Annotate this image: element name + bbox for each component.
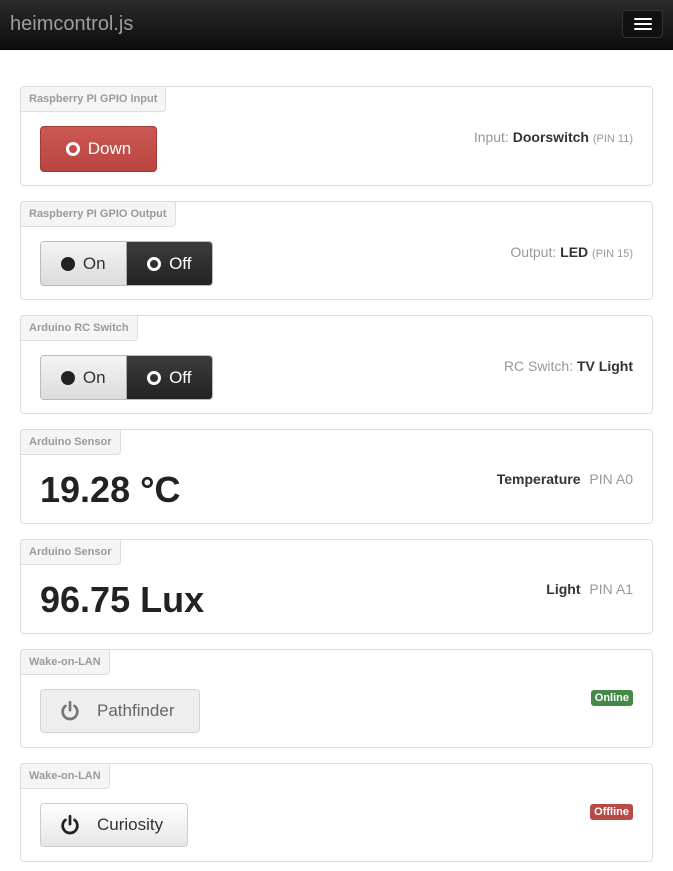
info-prefix: Input:: [473, 129, 509, 145]
power-icon: [61, 814, 79, 835]
tv-light-toggle: On Off: [40, 355, 213, 400]
panel-label: Wake-on-LAN: [20, 649, 110, 675]
sensor-name: Light: [546, 581, 581, 597]
off-label: Off: [169, 367, 192, 387]
power-icon: [61, 700, 79, 721]
panel-label: Arduino Sensor: [20, 539, 121, 565]
info-pin: (PIN 11): [592, 133, 633, 145]
hamburger-icon-bar: [633, 23, 652, 25]
doorswitch-button[interactable]: Down: [40, 126, 157, 172]
sensor-pin: PIN A1: [589, 581, 633, 597]
info-name: Doorswitch: [512, 129, 589, 145]
sensor-name: Temperature: [496, 471, 581, 487]
info-name: TV Light: [577, 358, 633, 374]
light-info: Light PIN A1: [546, 581, 633, 597]
light-value: 96.75 Lux: [40, 579, 205, 620]
panel-label: Wake-on-LAN: [20, 763, 110, 789]
panel-label: Arduino RC Switch: [20, 315, 138, 341]
info-prefix: RC Switch:: [503, 358, 574, 374]
status-badge: Offline: [590, 804, 633, 820]
on-button[interactable]: On: [41, 356, 127, 399]
info-pin: (PIN 15): [592, 248, 633, 260]
gpio-output-panel: Raspberry PI GPIO Output On Off Output: …: [20, 201, 653, 300]
info-name: LED: [560, 244, 589, 260]
wol-curiosity-panel: Wake-on-LAN Curiosity Offline: [20, 763, 653, 862]
filled-circle-icon: [60, 256, 75, 271]
off-button[interactable]: Off: [126, 356, 212, 399]
on-button[interactable]: On: [41, 242, 127, 285]
panel-label: Arduino Sensor: [20, 429, 121, 455]
button-label: Pathfinder: [97, 701, 175, 720]
sensor-pin: PIN A0: [589, 471, 633, 487]
status-badge: Online: [590, 690, 633, 706]
hamburger-icon-bar: [633, 28, 652, 30]
circle-icon: [147, 256, 162, 271]
temperature-value: 19.28 °C: [40, 469, 181, 510]
button-label: Curiosity: [97, 815, 164, 834]
rc-switch-info: RC Switch: TV Light: [504, 358, 633, 374]
filled-circle-icon: [60, 370, 75, 385]
light-panel: Arduino Sensor 96.75 Lux Light PIN A1: [20, 539, 653, 634]
panel-label: Raspberry PI GPIO Input: [20, 86, 167, 112]
wol-pathfinder-panel: Wake-on-LAN Pathfinder Online: [20, 649, 653, 748]
gpio-input-panel: Raspberry PI GPIO Input Down Input: Door…: [20, 86, 653, 186]
on-label: On: [82, 367, 106, 387]
temperature-panel: Arduino Sensor 19.28 °C Temperature PIN …: [20, 429, 653, 524]
off-button[interactable]: Off: [126, 242, 212, 285]
hamburger-icon-bar: [633, 18, 652, 20]
info-prefix: Output:: [510, 244, 557, 260]
on-label: On: [82, 253, 106, 273]
brand[interactable]: heimcontrol.js: [10, 13, 133, 36]
circle-icon: [65, 142, 80, 156]
input-info: Input: Doorswitch (PIN 11): [474, 129, 633, 145]
led-toggle: On Off: [40, 241, 213, 286]
output-info: Output: LED (PIN 15): [510, 244, 633, 260]
rc-switch-panel: Arduino RC Switch On Off RC Switch: TV L…: [20, 315, 653, 414]
curiosity-wake-button[interactable]: Curiosity: [40, 803, 188, 847]
button-label: Down: [87, 139, 132, 158]
navbar: heimcontrol.js: [0, 0, 673, 50]
temperature-info: Temperature PIN A0: [497, 471, 633, 487]
circle-icon: [147, 370, 162, 385]
menu-toggle-button[interactable]: [622, 10, 663, 38]
panel-label: Raspberry PI GPIO Output: [20, 201, 176, 227]
pathfinder-wake-button[interactable]: Pathfinder: [40, 689, 200, 733]
off-label: Off: [169, 253, 192, 273]
